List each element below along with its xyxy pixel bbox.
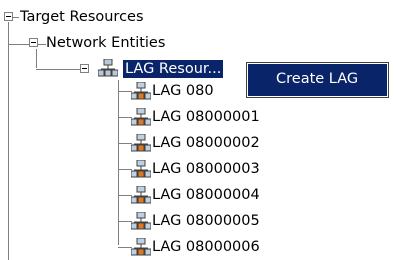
tree-line-network <box>36 49 37 68</box>
tree-node-lag-item[interactable]: LAG 08000001 <box>152 108 260 126</box>
context-menu: Create LAG <box>246 62 389 98</box>
tree-connector <box>118 221 132 222</box>
tree-line-root <box>8 22 9 260</box>
tree-node-lag-item[interactable]: LAG 08000005 <box>152 212 260 230</box>
tree-node-target-resources[interactable]: Target Resources <box>20 8 144 26</box>
network-node-icon <box>131 160 151 178</box>
tree-connector <box>118 195 132 196</box>
collapse-icon[interactable] <box>4 12 13 21</box>
network-node-icon <box>131 186 151 204</box>
tree-connector <box>36 69 80 70</box>
tree-connector <box>118 117 132 118</box>
collapse-icon[interactable] <box>80 64 89 73</box>
network-node-icon <box>131 108 151 126</box>
tree-node-lag-item[interactable]: LAG 08000002 <box>152 134 260 152</box>
network-node-icon <box>131 238 151 256</box>
tree-node-network-entities[interactable]: Network Entities <box>46 34 165 52</box>
tree-connector <box>118 247 132 248</box>
tree-node-lag-item[interactable]: LAG 08000006 <box>152 238 260 256</box>
tree-connector <box>118 169 132 170</box>
network-node-icon <box>131 212 151 230</box>
network-node-icon <box>131 134 151 152</box>
tree-node-lag-resources[interactable]: LAG Resour... <box>123 60 224 78</box>
tree-connector <box>38 44 46 45</box>
create-lag-menu-item[interactable]: Create LAG <box>276 71 358 87</box>
tree-node-lag-item[interactable]: LAG 080 <box>152 82 214 100</box>
tree-connector <box>118 143 132 144</box>
network-node-icon <box>131 82 151 100</box>
tree-node-lag-item[interactable]: LAG 08000003 <box>152 160 260 178</box>
collapse-icon[interactable] <box>29 38 38 47</box>
tree-connector <box>13 17 19 18</box>
tree-node-lag-item[interactable]: LAG 08000004 <box>152 186 260 204</box>
resource-tree: Target Resources Network Entities LAG Re… <box>0 0 394 260</box>
tree-connector <box>118 91 132 92</box>
network-group-icon <box>98 59 118 77</box>
